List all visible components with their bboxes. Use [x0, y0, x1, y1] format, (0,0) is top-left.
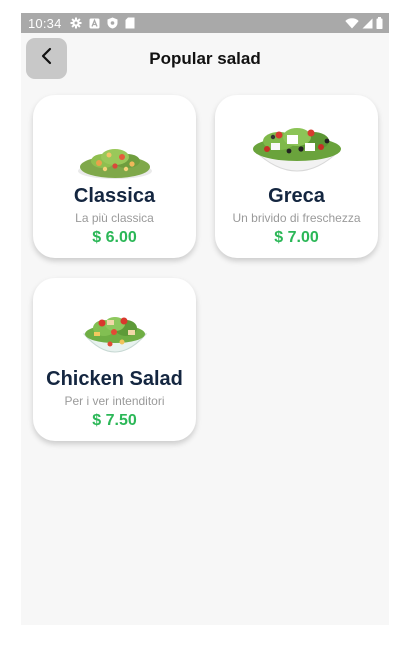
salad-description: La più classica — [75, 211, 154, 225]
page-title: Popular salad — [149, 49, 261, 68]
a-box-icon — [89, 18, 100, 29]
salad-card-chicken-salad[interactable]: Chicken Salad Per i ver intenditori $ 7.… — [33, 278, 196, 441]
app-screen: 10:34 Popular salad Classica La più clas… — [21, 13, 389, 625]
salad-name: Chicken Salad — [46, 368, 183, 390]
salad-card-greca[interactable]: Greca Un brivido di freschezza $ 7.00 — [215, 95, 378, 258]
status-left: 10:34 — [28, 16, 135, 31]
sd-card-icon — [125, 17, 135, 29]
salad-description: Un brivido di freschezza — [232, 211, 361, 225]
signal-icon — [362, 18, 373, 29]
salad-image — [33, 95, 196, 181]
salad-price: $ 7.50 — [92, 412, 137, 429]
settings-icon — [70, 17, 82, 29]
status-time: 10:34 — [28, 15, 62, 31]
salad-bowl-image — [252, 128, 341, 172]
salad-description: Per i ver intenditori — [64, 394, 165, 408]
salad-card-classica[interactable]: Classica La più classica $ 6.00 — [33, 95, 196, 258]
salad-image — [215, 95, 378, 181]
salad-bowl-image — [77, 149, 152, 179]
salad-bowl-image — [82, 317, 147, 353]
salad-price: $ 6.00 — [92, 229, 137, 246]
salad-image — [33, 278, 196, 364]
salad-name: Greca — [268, 185, 325, 207]
app-bar: Popular salad — [21, 33, 389, 85]
wifi-icon — [345, 17, 359, 29]
battery-icon — [376, 17, 383, 29]
salad-name: Classica — [73, 185, 156, 207]
status-notification-icons — [70, 17, 135, 29]
status-system-icons — [345, 17, 383, 29]
shield-icon — [107, 17, 118, 29]
status-bar: 10:34 — [21, 13, 389, 33]
salad-price: $ 7.00 — [274, 229, 319, 246]
